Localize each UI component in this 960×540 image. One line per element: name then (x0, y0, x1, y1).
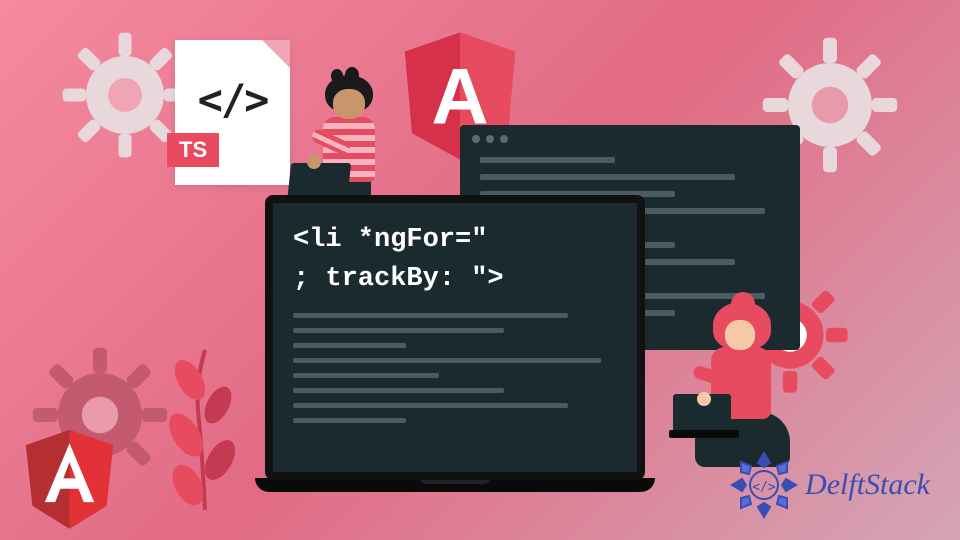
illustration-canvas: </> TS A <li *ngFor=" ; trackBy: "> (0, 0, 960, 540)
typescript-file-icon: </> TS (175, 40, 290, 185)
svg-text:</>: </> (752, 480, 776, 495)
code-screen: <li *ngFor=" ; trackBy: "> (265, 195, 645, 480)
delftstack-text: DelftStack (805, 468, 930, 502)
delftstack-ornament-icon: </> (729, 450, 799, 520)
laptop-main: <li *ngFor=" ; trackBy: "> (255, 195, 655, 530)
angular-logo-icon (22, 428, 117, 528)
laptop-base (255, 478, 655, 492)
code-line-1: <li *ngFor=" (293, 221, 617, 260)
code-bracket-icon: </> (198, 75, 268, 124)
delftstack-brand: </> DelftStack (729, 450, 930, 520)
code-snippet: <li *ngFor=" ; trackBy: "> (293, 221, 617, 299)
code-line-2: ; trackBy: "> (293, 260, 617, 299)
ts-badge: TS (167, 133, 219, 167)
plant-icon (160, 330, 250, 510)
